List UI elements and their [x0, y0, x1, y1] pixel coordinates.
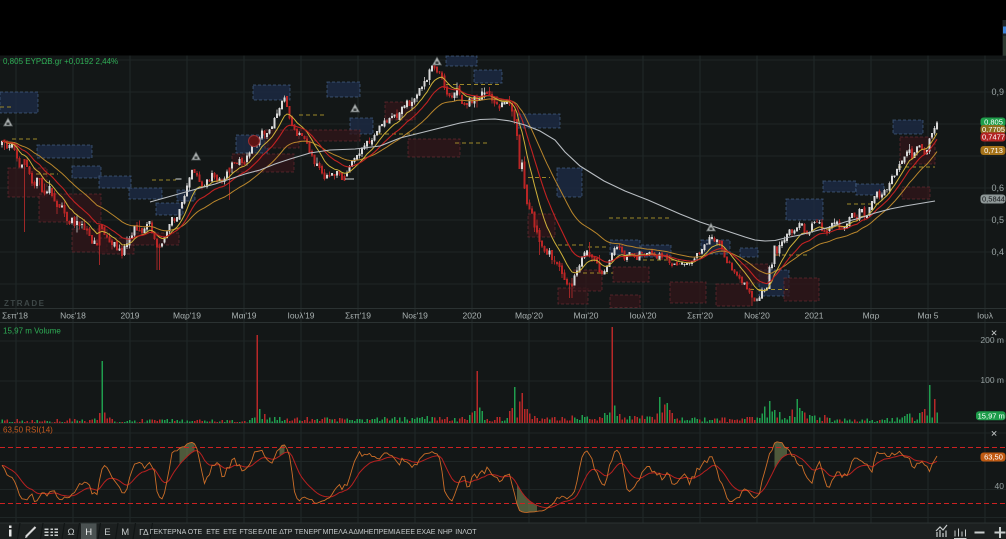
svg-text:ΕΤΕ: ΕΤΕ [206, 529, 220, 536]
svg-text:Ιουλ'20: Ιουλ'20 [629, 311, 656, 321]
svg-text:ΝΗΡ: ΝΗΡ [438, 529, 453, 536]
svg-text:63,50 RSI(14): 63,50 RSI(14) [3, 426, 53, 435]
svg-text:ZTRADE: ZTRADE [4, 299, 45, 308]
svg-text:ΓΔ: ΓΔ [139, 527, 149, 537]
svg-text:ΕΕΕ: ΕΕΕ [401, 529, 415, 536]
svg-text:Ιουλ: Ιουλ [977, 311, 994, 321]
svg-text:2021: 2021 [805, 311, 824, 321]
svg-text:ΑΔΜΗΕ: ΑΔΜΗΕ [349, 529, 374, 536]
svg-text:Σεπ'18: Σεπ'18 [2, 311, 28, 321]
svg-text:0,7477: 0,7477 [982, 133, 1005, 142]
svg-text:ΕΧΑΕ: ΕΧΑΕ [417, 529, 436, 536]
svg-text:2019: 2019 [121, 311, 140, 321]
svg-text:ΟΤΕ: ΟΤΕ [188, 529, 203, 536]
svg-text:Μαρ: Μαρ [863, 311, 880, 321]
svg-text:15,97 m: 15,97 m [978, 411, 1005, 420]
svg-text:ΜΠΕΛΑ: ΜΠΕΛΑ [323, 529, 348, 536]
svg-text:ΓΕΚΤΕΡΝΑ: ΓΕΚΤΕΡΝΑ [150, 529, 187, 536]
svg-text:2020: 2020 [463, 311, 482, 321]
svg-text:ΙΝΛΟΤ: ΙΝΛΟΤ [455, 529, 477, 536]
svg-text:Ω: Ω [67, 527, 74, 538]
svg-text:0,6: 0,6 [991, 183, 1004, 193]
svg-text:0,713: 0,713 [984, 146, 1003, 155]
svg-text:Μαρ'20: Μαρ'20 [515, 311, 543, 321]
svg-text:63,50: 63,50 [984, 453, 1003, 462]
svg-text:0,5: 0,5 [991, 215, 1004, 225]
svg-text:✕: ✕ [990, 328, 997, 338]
svg-text:ΔΤΡ: ΔΤΡ [279, 529, 293, 536]
svg-text:Μαι'19: Μαι'19 [232, 311, 257, 321]
svg-text:0,805 ΕΥΡΩΒ.gr +0,0192 2,44%: 0,805 ΕΥΡΩΒ.gr +0,0192 2,44% [3, 57, 118, 66]
svg-text:ΕΛΠΕ: ΕΛΠΕ [258, 529, 277, 536]
svg-text:ΕΤΕ: ΕΤΕ [223, 529, 237, 536]
svg-text:H: H [85, 527, 92, 538]
svg-text:Ιουλ'19: Ιουλ'19 [287, 311, 314, 321]
svg-text:0,9: 0,9 [991, 87, 1004, 97]
svg-text:0,5844: 0,5844 [982, 195, 1005, 204]
svg-text:Μαι 5: Μαι 5 [918, 311, 939, 321]
svg-text:Νοε'20: Νοε'20 [744, 311, 770, 321]
svg-text:100 m: 100 m [980, 375, 1004, 385]
svg-text:40: 40 [995, 481, 1005, 491]
svg-text:ΤΕΝΕΡΓ: ΤΕΝΕΡΓ [295, 529, 322, 536]
svg-text:Μαρ'19: Μαρ'19 [173, 311, 201, 321]
svg-text:0,4: 0,4 [991, 247, 1004, 257]
svg-text:ΠΡΕΜΙΑ: ΠΡΕΜΙΑ [374, 529, 401, 536]
svg-text:✕: ✕ [990, 429, 997, 439]
svg-text:Μαι'20: Μαι'20 [574, 311, 599, 321]
svg-text:Σεπ'20: Σεπ'20 [687, 311, 713, 321]
svg-text:Νοε'18: Νοε'18 [60, 311, 86, 321]
svg-text:Σεπ'19: Σεπ'19 [345, 311, 371, 321]
svg-text:E: E [104, 527, 110, 538]
svg-text:Νοε'19: Νοε'19 [402, 311, 428, 321]
svg-text:15,97 m Volume: 15,97 m Volume [3, 327, 61, 336]
svg-text:M: M [121, 527, 129, 538]
svg-text:FTSE: FTSE [239, 529, 257, 536]
